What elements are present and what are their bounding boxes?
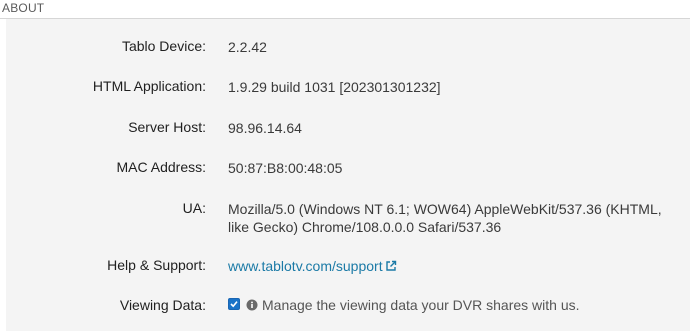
html-application-value: 1.9.29 build 1031 [202301301232] bbox=[228, 79, 441, 95]
viewing-data-description: Manage the viewing data your DVR shares … bbox=[262, 297, 580, 313]
viewing-data-checkbox[interactable] bbox=[228, 298, 240, 310]
server-host-value: 98.96.14.64 bbox=[228, 120, 302, 136]
tablo-device-label: Tablo Device: bbox=[121, 38, 206, 54]
help-support-label: Help & Support: bbox=[107, 257, 206, 273]
help-support-value: www.tablotv.com/support bbox=[228, 257, 397, 276]
external-link-icon[interactable] bbox=[385, 258, 397, 276]
info-icon bbox=[246, 298, 258, 311]
mac-address-value: 50:87:B8:00:48:05 bbox=[228, 160, 343, 176]
section-title: ABOUT bbox=[2, 1, 45, 15]
viewing-data-label: Viewing Data: bbox=[119, 297, 206, 313]
server-host-label: Server Host: bbox=[128, 119, 206, 135]
about-panel: Tablo Device: 2.2.42 HTML Application: 1… bbox=[6, 19, 690, 331]
ua-label: UA: bbox=[182, 200, 206, 216]
ua-value: Mozilla/5.0 (Windows NT 6.1; WOW64) Appl… bbox=[228, 201, 662, 235]
section-header: ABOUT bbox=[0, 0, 690, 19]
html-application-label: HTML Application: bbox=[92, 78, 206, 94]
mac-address-label: MAC Address: bbox=[116, 159, 206, 175]
support-link[interactable]: www.tablotv.com/support bbox=[228, 258, 383, 274]
tablo-device-value: 2.2.42 bbox=[228, 39, 267, 55]
